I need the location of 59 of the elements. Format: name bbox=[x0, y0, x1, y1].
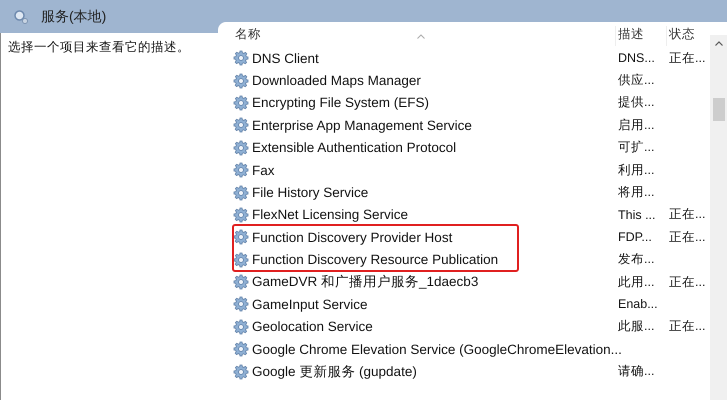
service-name[interactable]: Google Chrome Elevation Service (GoogleChromeElevation... bbox=[252, 342, 622, 357]
table-cell: FDP... bbox=[618, 230, 652, 244]
table-cell: 提供... bbox=[618, 95, 654, 110]
description-text: 选择一个项目来查看它的描述。 bbox=[8, 40, 190, 54]
service-name[interactable]: FlexNet Licensing Service bbox=[252, 207, 408, 222]
table-cell: 正在... bbox=[669, 319, 706, 334]
gear-icon bbox=[233, 162, 249, 178]
window-title: 服务(本地) bbox=[41, 8, 106, 26]
scroll-up-icon[interactable] bbox=[714, 41, 722, 46]
table-cell: 发布... bbox=[618, 252, 654, 266]
table-cell: Enab... bbox=[618, 297, 658, 312]
service-name[interactable]: Function Discovery Provider Host bbox=[252, 230, 452, 245]
services-icon bbox=[13, 8, 29, 24]
table-cell: 可扩... bbox=[618, 140, 654, 154]
gear-icon bbox=[233, 206, 249, 223]
table-cell: DNS... bbox=[618, 51, 655, 66]
table-cell: 此服... bbox=[618, 319, 654, 334]
gear-icon bbox=[233, 274, 249, 290]
table-cell: 此用... bbox=[618, 274, 654, 289]
gear-icon bbox=[233, 50, 249, 66]
table-cell: 正在... bbox=[669, 50, 706, 65]
gear-icon bbox=[233, 94, 249, 111]
table-cell: 正在... bbox=[669, 274, 706, 289]
service-name[interactable]: Geolocation Service bbox=[252, 319, 373, 334]
table-cell: 正在... bbox=[669, 230, 706, 244]
table-cell: 正在... bbox=[669, 207, 706, 222]
gear-icon bbox=[233, 184, 249, 201]
table-cell: 请确... bbox=[618, 364, 654, 378]
scroll-thumb[interactable] bbox=[712, 98, 724, 121]
gear-icon bbox=[233, 296, 249, 312]
service-name[interactable]: DNS Client bbox=[252, 50, 319, 66]
gear-icon bbox=[233, 318, 249, 335]
table-cell: 启用... bbox=[618, 118, 654, 132]
table-cell: 将用... bbox=[618, 185, 654, 200]
service-name[interactable]: GameInput Service bbox=[252, 296, 368, 312]
gear-icon bbox=[233, 229, 249, 246]
gear-icon bbox=[233, 72, 249, 89]
column-header[interactable]: 状态 bbox=[666, 26, 702, 46]
service-name[interactable]: Fax bbox=[252, 162, 275, 178]
scrollbar[interactable] bbox=[710, 35, 727, 400]
service-name[interactable]: File History Service bbox=[252, 185, 368, 200]
service-name[interactable]: Enterprise App Management Service bbox=[252, 118, 472, 133]
gear-icon bbox=[233, 140, 249, 156]
gear-icon bbox=[233, 252, 249, 268]
service-name[interactable]: Function Discovery Resource Publication bbox=[252, 252, 498, 268]
gear-icon bbox=[233, 341, 249, 358]
sort-caret-icon bbox=[417, 34, 425, 39]
gear-icon bbox=[233, 117, 249, 134]
service-name[interactable]: Google 更新服务 (gupdate) bbox=[252, 362, 417, 381]
service-name[interactable]: Encrypting File System (EFS) bbox=[252, 95, 430, 110]
service-name[interactable]: Extensible Authentication Protocol bbox=[252, 140, 456, 156]
gear-icon bbox=[233, 364, 249, 380]
service-name[interactable]: GameDVR 和广播用户服务_1daecb3 bbox=[252, 273, 478, 292]
column-header[interactable]: 名称 bbox=[231, 26, 615, 46]
table-cell: 供应... bbox=[618, 73, 654, 88]
column-header[interactable]: 描述 bbox=[615, 26, 666, 46]
service-name[interactable]: Downloaded Maps Manager bbox=[252, 73, 421, 88]
table-cell: This ... bbox=[618, 208, 656, 222]
table-cell: 利用... bbox=[618, 162, 654, 177]
